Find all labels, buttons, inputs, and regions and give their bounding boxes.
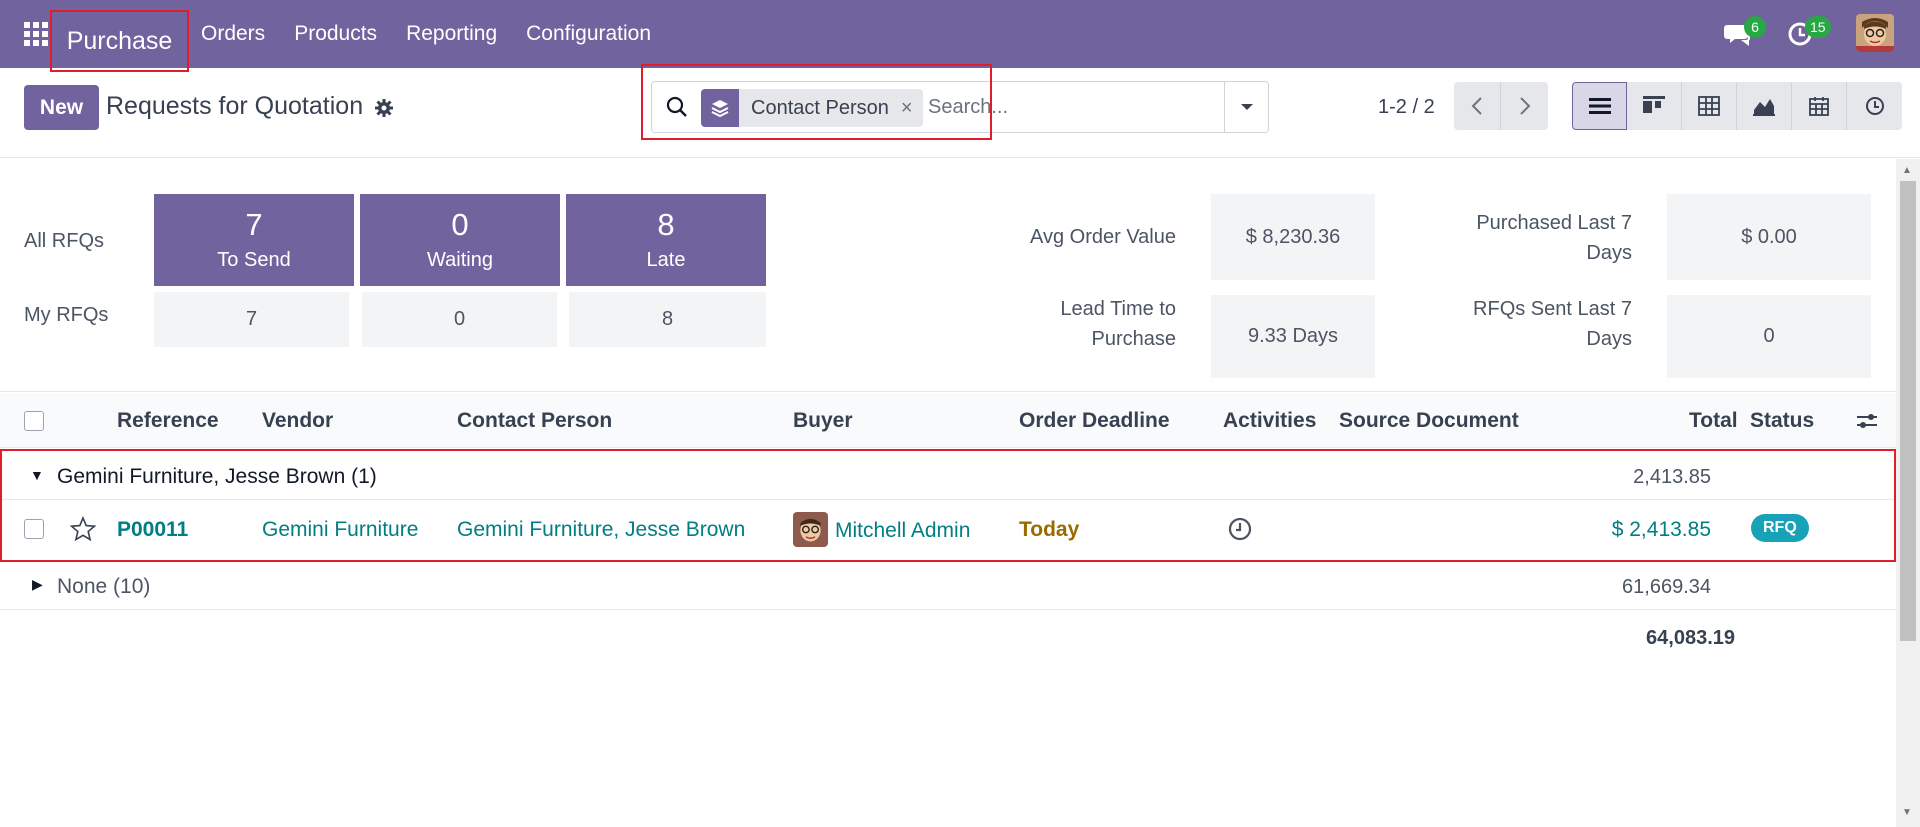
pager-value[interactable]: 1-2 / 2 bbox=[1378, 96, 1435, 119]
scrollbar[interactable]: ▲ ▼ bbox=[1896, 159, 1920, 827]
pager-previous-button[interactable] bbox=[1454, 82, 1501, 130]
col-source-document[interactable]: Source Document bbox=[1339, 409, 1519, 433]
top-navbar: Purchase Orders Products Reporting Confi… bbox=[0, 0, 1920, 72]
group-highlight-frame bbox=[0, 449, 1896, 562]
group-row-none[interactable]: ▶ None (10) 61,669.34 bbox=[0, 562, 1896, 610]
kanban-view-button[interactable] bbox=[1627, 82, 1682, 130]
new-button[interactable]: New bbox=[24, 85, 99, 130]
my-waiting[interactable]: 0 bbox=[362, 292, 557, 347]
gear-icon[interactable] bbox=[374, 98, 394, 118]
tile-to-send[interactable]: 7 To Send bbox=[154, 194, 354, 286]
avg-order-value: $ 8,230.36 bbox=[1211, 194, 1375, 280]
col-vendor[interactable]: Vendor bbox=[262, 409, 333, 433]
my-late[interactable]: 8 bbox=[569, 292, 766, 347]
menu-reporting[interactable]: Reporting bbox=[406, 22, 497, 46]
lead-time-value: 9.33 Days bbox=[1211, 295, 1375, 378]
tile-late-count: 8 bbox=[657, 207, 675, 242]
app-grid-icon[interactable] bbox=[24, 22, 48, 46]
grand-total: 64,083.19 bbox=[1646, 627, 1735, 649]
col-buyer[interactable]: Buyer bbox=[793, 409, 853, 433]
calendar-view-button[interactable] bbox=[1792, 82, 1847, 130]
tile-waiting-caption: Waiting bbox=[427, 249, 493, 271]
view-switcher bbox=[1572, 82, 1902, 130]
pager-next-button[interactable] bbox=[1501, 82, 1548, 130]
col-contact-person[interactable]: Contact Person bbox=[457, 409, 612, 433]
caret-right-icon: ▶ bbox=[32, 576, 43, 592]
tile-waiting-count: 0 bbox=[451, 207, 469, 242]
col-total[interactable]: Total bbox=[1689, 409, 1738, 433]
tile-late-caption: Late bbox=[646, 249, 686, 271]
user-avatar[interactable] bbox=[1856, 14, 1894, 52]
graph-view-button[interactable] bbox=[1737, 82, 1792, 130]
my-to-send[interactable]: 7 bbox=[154, 292, 349, 347]
group-name: None (10) bbox=[57, 575, 151, 598]
activity-view-button[interactable] bbox=[1847, 82, 1902, 130]
search-highlight-frame bbox=[641, 64, 992, 140]
caret-down-icon bbox=[1240, 104, 1253, 110]
menu-configuration[interactable]: Configuration bbox=[526, 22, 651, 46]
rfq-dashboard: All RFQs My RFQs 7 To Send 0 Waiting 8 L… bbox=[0, 159, 1896, 392]
optional-columns-icon[interactable] bbox=[1856, 410, 1878, 437]
avg-order-value-label: Avg Order Value bbox=[1029, 226, 1176, 248]
list-view-button[interactable] bbox=[1572, 82, 1627, 130]
purchased-last-7-label: Purchased Last 7 Days bbox=[1476, 212, 1632, 264]
search-options-toggle[interactable] bbox=[1224, 82, 1268, 132]
all-rfqs-label: All RFQs bbox=[24, 230, 104, 252]
select-all-checkbox[interactable] bbox=[24, 411, 44, 431]
col-status[interactable]: Status bbox=[1750, 409, 1814, 433]
pivot-view-button[interactable] bbox=[1682, 82, 1737, 130]
menu-orders[interactable]: Orders bbox=[201, 22, 265, 46]
group-total: 61,669.34 bbox=[1622, 576, 1711, 598]
scroll-up-arrow[interactable]: ▲ bbox=[1902, 165, 1912, 176]
activity-count-badge: 15 bbox=[1805, 16, 1831, 38]
table-header: Reference Vendor Contact Person Buyer Or… bbox=[0, 393, 1896, 448]
tile-to-send-count: 7 bbox=[245, 207, 263, 242]
rfqs-sent-last-7-label: RFQs Sent Last 7 Days bbox=[1473, 298, 1632, 350]
rfqs-sent-last-7-value: 0 bbox=[1667, 295, 1871, 378]
col-reference[interactable]: Reference bbox=[117, 409, 219, 433]
tile-waiting[interactable]: 0 Waiting bbox=[360, 194, 560, 286]
chat-count-badge: 6 bbox=[1744, 16, 1766, 38]
page-title: Requests for Quotation bbox=[106, 92, 364, 120]
lead-time-label: Lead Time to Purchase bbox=[1060, 298, 1176, 350]
menu-products[interactable]: Products bbox=[294, 22, 377, 46]
tile-to-send-caption: To Send bbox=[217, 249, 291, 271]
tile-late[interactable]: 8 Late bbox=[566, 194, 766, 286]
main-menu: Orders Products Reporting Configuration bbox=[201, 0, 651, 68]
my-rfqs-label: My RFQs bbox=[24, 304, 109, 326]
app-brand-purchase[interactable]: Purchase bbox=[50, 10, 189, 72]
pager-buttons bbox=[1454, 82, 1548, 130]
purchased-last-7-value: $ 0.00 bbox=[1667, 194, 1871, 280]
scroll-down-arrow[interactable]: ▼ bbox=[1902, 807, 1912, 818]
col-activities[interactable]: Activities bbox=[1223, 409, 1316, 433]
col-order-deadline[interactable]: Order Deadline bbox=[1019, 409, 1170, 433]
scrollbar-thumb[interactable] bbox=[1900, 181, 1916, 641]
